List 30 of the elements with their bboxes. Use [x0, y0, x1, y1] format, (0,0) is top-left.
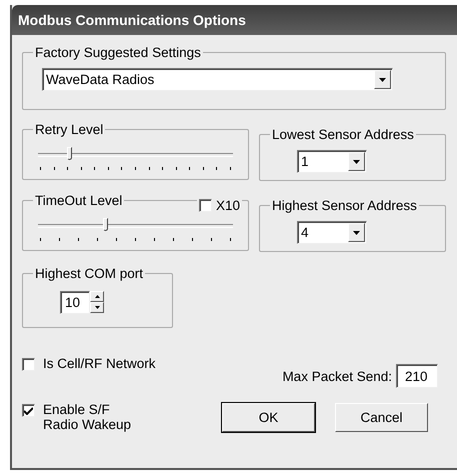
- slider-thumb[interactable]: [102, 218, 108, 231]
- spin-up-button[interactable]: [90, 291, 104, 302]
- group-label: TimeOut Level: [34, 193, 124, 208]
- caret-icon: [353, 230, 360, 234]
- group-label: Highest Sensor Address: [271, 198, 418, 213]
- dropdown[interactable]: 1: [297, 150, 367, 173]
- field-label: Max Packet Send:: [282, 368, 392, 384]
- caret-icon: [379, 78, 386, 82]
- caret-icon: [353, 160, 360, 164]
- input-field[interactable]: 210: [396, 364, 438, 388]
- caret-down-icon: [94, 306, 100, 309]
- checkbox[interactable]: [22, 404, 35, 417]
- window-title: Modbus Communications Options: [12, 5, 457, 35]
- dropdown[interactable]: WaveData Radios: [42, 68, 393, 91]
- group-label: Factory Suggested Settings: [34, 45, 202, 60]
- checkbox-label: Is Cell/RF Network: [43, 356, 156, 371]
- dropdown[interactable]: 4: [297, 221, 367, 244]
- ok-button[interactable]: OK: [222, 402, 315, 432]
- cancel-button[interactable]: Cancel: [335, 402, 428, 432]
- caret-up-icon: [94, 295, 100, 298]
- slider-thumb[interactable]: [66, 147, 72, 160]
- checkbox[interactable]: [198, 199, 212, 212]
- group-label: Highest COM port: [34, 266, 144, 281]
- number-field[interactable]: 10: [60, 291, 90, 314]
- group-label: Lowest Sensor Address: [271, 127, 415, 142]
- checkbox-label: Enable S/F Radio Wakeup: [43, 402, 132, 432]
- checkbox[interactable]: [22, 358, 35, 371]
- checkbox-label: X10: [216, 198, 240, 213]
- spin-down-button[interactable]: [90, 302, 104, 313]
- group-label: Retry Level: [34, 122, 104, 137]
